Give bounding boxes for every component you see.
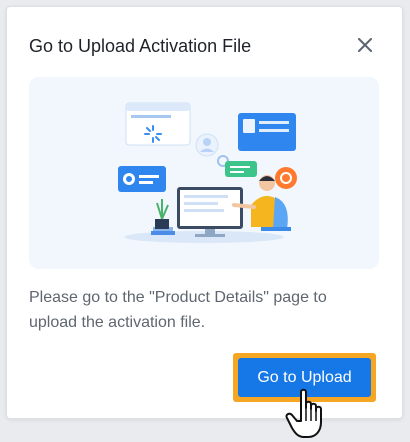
close-button[interactable] [353,33,377,57]
upload-activation-illustration [29,77,379,269]
dialog-message: Please go to the "Product Details" page … [29,289,327,331]
dialog-title: Go to Upload Activation File [29,36,252,56]
close-icon[interactable] [358,38,372,52]
hand-pointer-icon [285,388,322,438]
